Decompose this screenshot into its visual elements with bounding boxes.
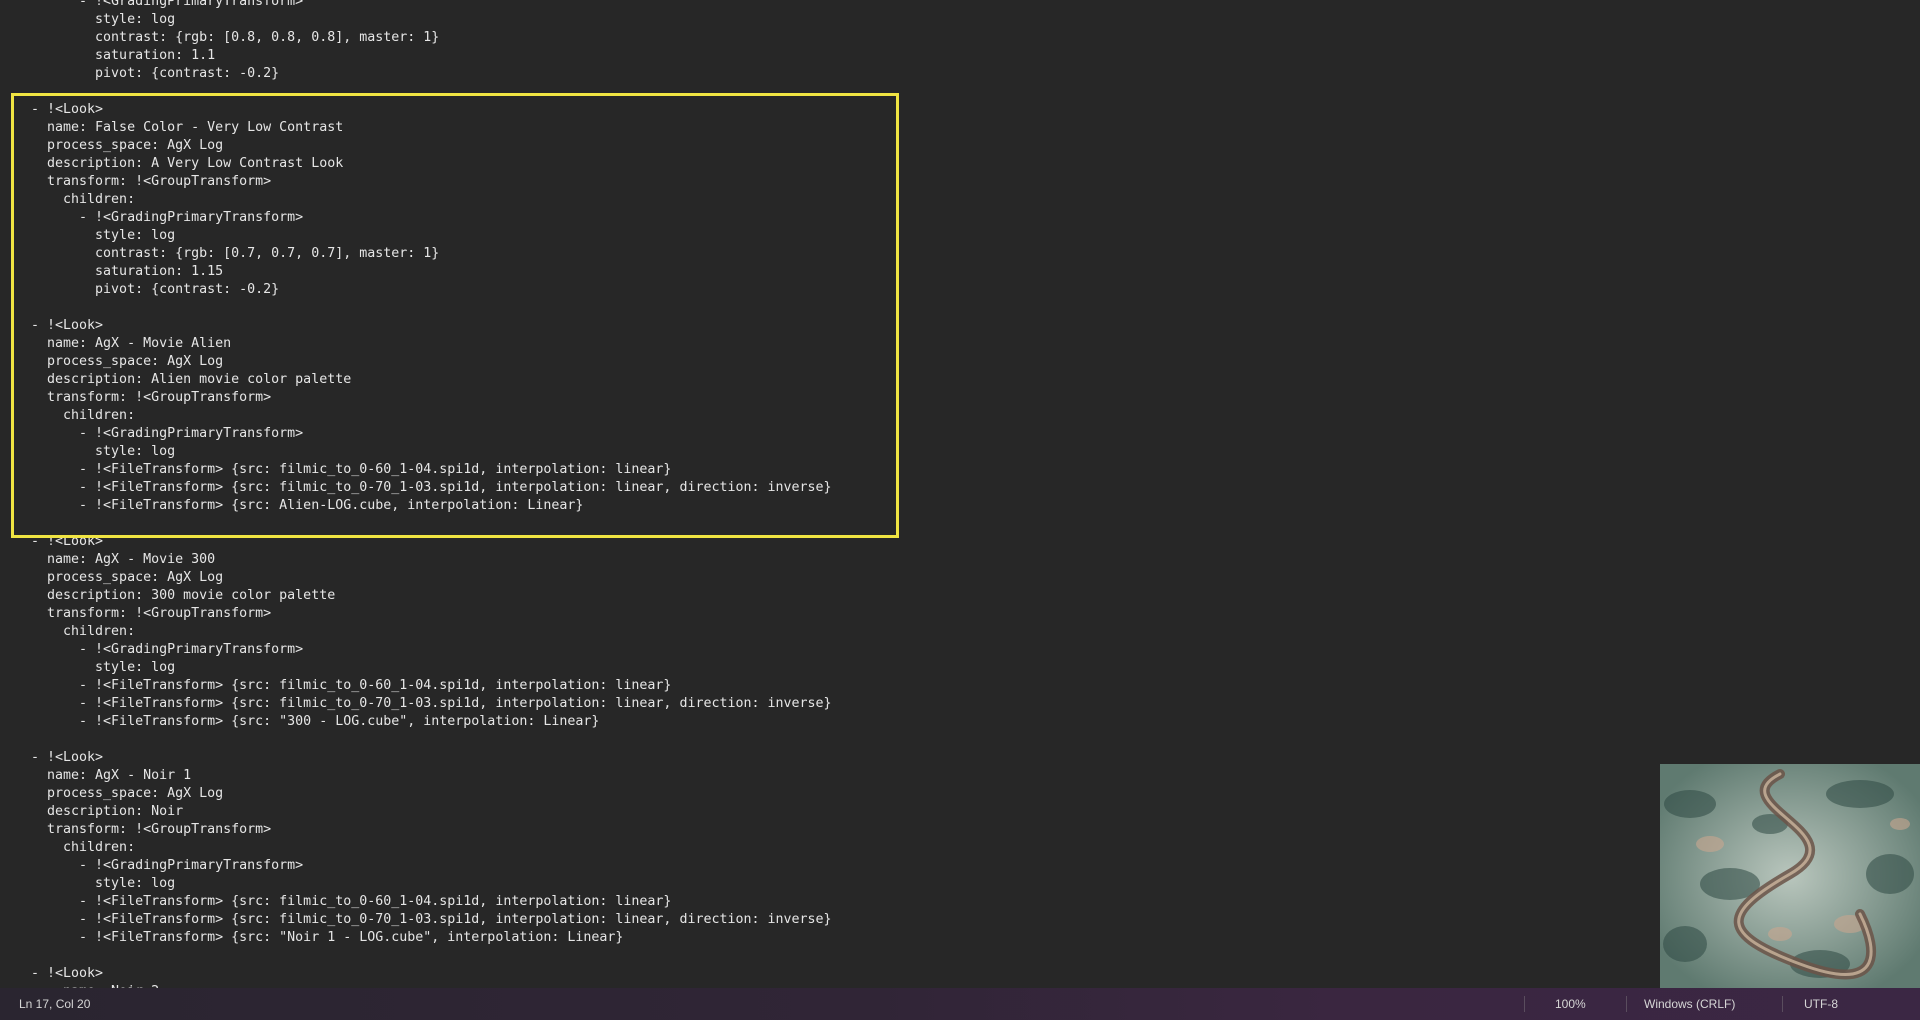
code-line[interactable]: pivot: {contrast: -0.2}: [31, 65, 832, 83]
code-line[interactable]: saturation: 1.15: [31, 263, 832, 281]
status-divider: [1626, 996, 1627, 1012]
code-line[interactable]: contrast: {rgb: [0.8, 0.8, 0.8], master:…: [31, 29, 832, 47]
code-line[interactable]: - !<FileTransform> {src: filmic_to_0-70_…: [31, 911, 832, 929]
code-line[interactable]: pivot: {contrast: -0.2}: [31, 281, 832, 299]
code-line[interactable]: - !<Look>: [31, 749, 832, 767]
code-line[interactable]: [31, 299, 832, 317]
zoom-level[interactable]: 100%: [1555, 996, 1586, 1012]
code-line[interactable]: transform: !<GroupTransform>: [31, 821, 832, 839]
code-line[interactable]: [31, 83, 832, 101]
code-line[interactable]: [31, 731, 832, 749]
dragon-artwork-image: [1660, 764, 1920, 988]
code-line[interactable]: children:: [31, 191, 832, 209]
code-line[interactable]: name: AgX - Movie 300: [31, 551, 832, 569]
status-bar: Ln 17, Col 20 100% Windows (CRLF) UTF-8: [0, 988, 1920, 1020]
code-line[interactable]: transform: !<GroupTransform>: [31, 173, 832, 191]
code-line[interactable]: description: 300 movie color palette: [31, 587, 832, 605]
text-editor-window: - !<GradingPrimaryTransform> style: log …: [0, 0, 1920, 1020]
code-line[interactable]: - !<GradingPrimaryTransform>: [31, 425, 832, 443]
status-divider: [1782, 996, 1783, 1012]
code-line[interactable]: style: log: [31, 659, 832, 677]
code-line[interactable]: process_space: AgX Log: [31, 785, 832, 803]
code-line[interactable]: [31, 515, 832, 533]
code-line[interactable]: - !<GradingPrimaryTransform>: [31, 0, 832, 11]
code-line[interactable]: style: log: [31, 443, 832, 461]
code-line[interactable]: - !<GradingPrimaryTransform>: [31, 641, 832, 659]
line-ending[interactable]: Windows (CRLF): [1644, 996, 1735, 1012]
code-line[interactable]: saturation: 1.1: [31, 47, 832, 65]
editor-text-area[interactable]: - !<GradingPrimaryTransform> style: log …: [0, 0, 1920, 988]
code-line[interactable]: - !<FileTransform> {src: filmic_to_0-60_…: [31, 461, 832, 479]
code-line[interactable]: description: Alien movie color palette: [31, 371, 832, 389]
desktop-wallpaper-preview: [1660, 764, 1920, 988]
code-line[interactable]: - !<Look>: [31, 317, 832, 335]
code-line[interactable]: - !<FileTransform> {src: "Noir 1 - LOG.c…: [31, 929, 832, 947]
code-line[interactable]: process_space: AgX Log: [31, 569, 832, 587]
code-line[interactable]: name: False Color - Very Low Contrast: [31, 119, 832, 137]
code-line[interactable]: contrast: {rgb: [0.7, 0.7, 0.7], master:…: [31, 245, 832, 263]
encoding[interactable]: UTF-8: [1804, 996, 1838, 1012]
code-line[interactable]: - !<GradingPrimaryTransform>: [31, 857, 832, 875]
code-line[interactable]: name: AgX - Movie Alien: [31, 335, 832, 353]
code-line[interactable]: - !<FileTransform> {src: filmic_to_0-60_…: [31, 677, 832, 695]
code-line[interactable]: children:: [31, 839, 832, 857]
code-content[interactable]: - !<GradingPrimaryTransform> style: log …: [31, 0, 832, 988]
code-line[interactable]: - !<FileTransform> {src: filmic_to_0-70_…: [31, 479, 832, 497]
cursor-position[interactable]: Ln 17, Col 20: [19, 996, 90, 1012]
status-divider: [1524, 996, 1525, 1012]
code-line[interactable]: description: Noir: [31, 803, 832, 821]
code-line[interactable]: transform: !<GroupTransform>: [31, 605, 832, 623]
code-line[interactable]: - !<FileTransform> {src: filmic_to_0-70_…: [31, 695, 832, 713]
code-line[interactable]: - !<Look>: [31, 965, 832, 983]
code-line[interactable]: process_space: AgX Log: [31, 353, 832, 371]
code-line[interactable]: - !<FileTransform> {src: Alien-LOG.cube,…: [31, 497, 832, 515]
code-line[interactable]: transform: !<GroupTransform>: [31, 389, 832, 407]
code-line[interactable]: - !<Look>: [31, 101, 832, 119]
code-line[interactable]: children:: [31, 407, 832, 425]
code-line[interactable]: - !<Look>: [31, 533, 832, 551]
code-line[interactable]: name: AgX - Noir 1: [31, 767, 832, 785]
code-line[interactable]: style: log: [31, 11, 832, 29]
code-line[interactable]: - !<GradingPrimaryTransform>: [31, 209, 832, 227]
code-line[interactable]: - !<FileTransform> {src: "300 - LOG.cube…: [31, 713, 832, 731]
code-line[interactable]: children:: [31, 623, 832, 641]
code-line[interactable]: description: A Very Low Contrast Look: [31, 155, 832, 173]
code-line[interactable]: - !<FileTransform> {src: filmic_to_0-60_…: [31, 893, 832, 911]
code-line[interactable]: process_space: AgX Log: [31, 137, 832, 155]
code-line[interactable]: [31, 947, 832, 965]
code-line[interactable]: style: log: [31, 875, 832, 893]
code-line[interactable]: style: log: [31, 227, 832, 245]
